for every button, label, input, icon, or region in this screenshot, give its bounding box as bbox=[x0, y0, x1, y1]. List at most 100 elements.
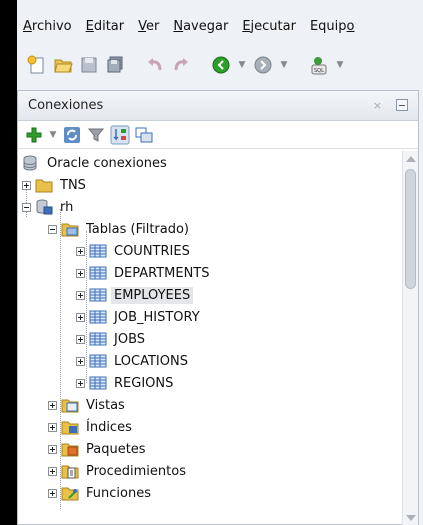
panel-toolbar: ▼ bbox=[18, 121, 418, 149]
back-dropdown-icon[interactable]: ▼ bbox=[237, 55, 247, 75]
menu-ver[interactable]: Ver bbox=[132, 19, 167, 34]
save-all-icon[interactable] bbox=[105, 55, 125, 75]
expand-toggle[interactable] bbox=[76, 334, 85, 344]
menu-bar: Archivo Editar Ver Navegar Ejecutar Equi… bbox=[17, 14, 423, 38]
tree-node-packages[interactable]: Paquetes bbox=[48, 438, 149, 460]
tree-node-rh-connection[interactable]: rh bbox=[22, 196, 76, 218]
procedures-folder-icon bbox=[61, 463, 79, 479]
menu-editar[interactable]: Editar bbox=[80, 19, 133, 34]
redo-icon[interactable] bbox=[171, 55, 191, 75]
scroll-down-icon[interactable] bbox=[406, 515, 416, 521]
collapse-toggle[interactable] bbox=[22, 202, 31, 212]
table-icon bbox=[89, 287, 107, 303]
tree-node-table[interactable]: JOBS bbox=[76, 328, 148, 350]
folder-icon bbox=[35, 177, 53, 193]
tree-label: EMPLOYEES bbox=[111, 286, 194, 304]
tree-label: JOBS bbox=[114, 331, 146, 347]
tables-folder-icon bbox=[61, 221, 79, 237]
tree-scrollbar[interactable] bbox=[402, 151, 418, 525]
tree-node-table[interactable]: JOB_HISTORY bbox=[76, 306, 203, 328]
tree-label: Paquetes bbox=[86, 441, 146, 457]
tree-node-indexes[interactable]: Índices bbox=[48, 416, 135, 438]
functions-folder-icon bbox=[61, 485, 79, 501]
expand-toggle[interactable] bbox=[48, 444, 57, 454]
menu-equipo[interactable]: Equipo bbox=[304, 19, 363, 34]
menu-navegar[interactable]: Navegar bbox=[167, 19, 236, 34]
tree-node-tables[interactable]: Tablas (Filtrado) bbox=[48, 218, 192, 240]
connections-tree: Oracle conexiones TNS rh Tablas (Filtrad… bbox=[18, 151, 402, 525]
indexes-folder-icon bbox=[61, 419, 79, 435]
panel-close-button[interactable]: × bbox=[373, 99, 382, 112]
tree-node-oracle-connections[interactable]: Oracle conexiones bbox=[22, 152, 170, 174]
tree-node-table[interactable]: LOCATIONS bbox=[76, 350, 191, 372]
tree-label: DEPARTMENTS bbox=[114, 265, 210, 281]
schema-browser-icon[interactable] bbox=[110, 125, 130, 145]
expand-toggle[interactable] bbox=[76, 268, 85, 278]
expand-toggle[interactable] bbox=[22, 180, 31, 190]
tree-node-procedures[interactable]: Procedimientos bbox=[48, 460, 189, 482]
sql-developer-window: Archivo Editar Ver Navegar Ejecutar Equi… bbox=[17, 0, 423, 525]
svg-text:SQL: SQL bbox=[314, 68, 324, 74]
tree-node-views[interactable]: Vistas bbox=[48, 394, 128, 416]
expand-toggle[interactable] bbox=[76, 356, 85, 366]
table-icon bbox=[89, 265, 107, 281]
expand-toggle[interactable] bbox=[76, 378, 85, 388]
back-icon[interactable] bbox=[211, 55, 231, 75]
tree-label: COUNTRIES bbox=[114, 243, 190, 259]
add-connection-icon[interactable] bbox=[24, 125, 44, 145]
tree-node-table[interactable]: REGIONS bbox=[76, 372, 176, 394]
tree-label: Funciones bbox=[86, 485, 151, 501]
tree-label: JOB_HISTORY bbox=[114, 309, 200, 325]
expand-toggle[interactable] bbox=[48, 488, 57, 498]
refresh-icon[interactable] bbox=[62, 125, 82, 145]
add-connection-dropdown-icon[interactable]: ▼ bbox=[48, 125, 58, 145]
tree-node-table[interactable]: DEPARTMENTS bbox=[76, 262, 213, 284]
scroll-up-icon[interactable] bbox=[406, 156, 416, 162]
expand-toggle[interactable] bbox=[76, 290, 85, 300]
expand-toggle[interactable] bbox=[48, 466, 57, 476]
open-folder-icon[interactable] bbox=[53, 55, 73, 75]
panel-title: Conexiones bbox=[28, 98, 104, 113]
views-folder-icon bbox=[61, 397, 79, 413]
table-icon bbox=[89, 309, 107, 325]
scroll-thumb[interactable] bbox=[405, 169, 416, 289]
panel-minimize-button[interactable] bbox=[396, 99, 408, 111]
undo-icon[interactable] bbox=[145, 55, 165, 75]
connections-panel: Conexiones × ▼ Oracle conexiones TNS rh … bbox=[17, 90, 419, 525]
tree-label: Tablas (Filtrado) bbox=[86, 221, 190, 237]
menu-archivo[interactable]: Archivo bbox=[17, 19, 80, 34]
filter-icon[interactable] bbox=[86, 125, 106, 145]
tree-label: Procedimientos bbox=[86, 463, 186, 479]
tree-node-tns[interactable]: TNS bbox=[22, 174, 89, 196]
collapse-toggle[interactable] bbox=[48, 224, 57, 234]
forward-icon[interactable] bbox=[253, 55, 273, 75]
main-toolbar: ▼ ▼ SQL ▼ bbox=[17, 48, 423, 82]
tree-label: LOCATIONS bbox=[114, 353, 188, 369]
expand-toggle[interactable] bbox=[76, 312, 85, 322]
tree-label: TNS bbox=[60, 177, 86, 193]
tree-node-table-selected[interactable]: EMPLOYEES bbox=[76, 284, 194, 306]
expand-toggle[interactable] bbox=[76, 246, 85, 256]
forward-dropdown-icon[interactable]: ▼ bbox=[279, 55, 289, 75]
table-icon bbox=[89, 331, 107, 347]
expand-toggle[interactable] bbox=[48, 422, 57, 432]
sql-worksheet-icon[interactable]: SQL bbox=[309, 55, 329, 75]
new-icon[interactable] bbox=[27, 55, 47, 75]
tree-node-functions[interactable]: Funciones bbox=[48, 482, 154, 504]
save-icon[interactable] bbox=[79, 55, 99, 75]
database-icon bbox=[22, 155, 40, 171]
table-icon bbox=[89, 375, 107, 391]
db-connection-icon bbox=[35, 199, 53, 215]
packages-folder-icon bbox=[61, 441, 79, 457]
expand-toggle[interactable] bbox=[48, 400, 57, 410]
sql-worksheet-dropdown-icon[interactable]: ▼ bbox=[335, 55, 345, 75]
tree-label: Índices bbox=[86, 419, 132, 435]
tree-label: REGIONS bbox=[114, 375, 174, 391]
tree-label: rh bbox=[60, 199, 74, 215]
menu-ejecutar[interactable]: Ejecutar bbox=[236, 19, 304, 34]
tree-node-table[interactable]: COUNTRIES bbox=[76, 240, 193, 262]
table-icon bbox=[89, 243, 107, 259]
tree-label: Vistas bbox=[86, 397, 125, 413]
connection-view-icon[interactable] bbox=[134, 125, 154, 145]
tree-label: Oracle conexiones bbox=[47, 155, 167, 171]
